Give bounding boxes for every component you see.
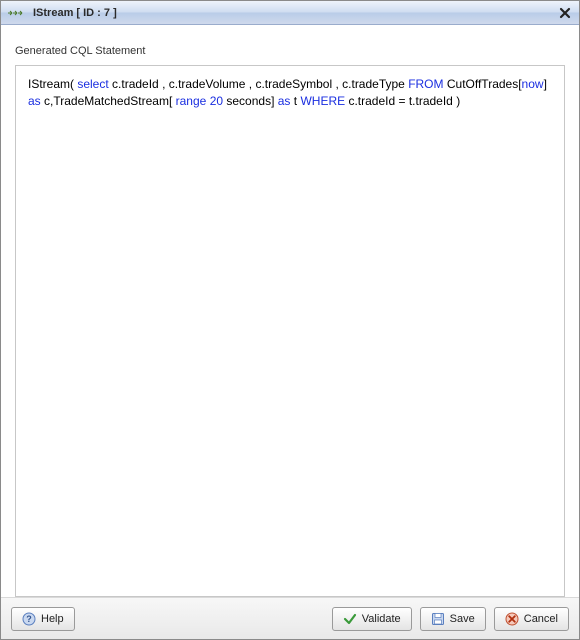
save-button[interactable]: Save bbox=[420, 607, 486, 631]
titlebar: IStream [ ID : 7 ] bbox=[1, 1, 579, 25]
cql-text: c,TradeMatchedStream[ bbox=[41, 94, 176, 108]
close-button[interactable] bbox=[557, 5, 573, 21]
section-label: Generated CQL Statement bbox=[15, 45, 565, 57]
cql-keyword: range bbox=[176, 94, 207, 108]
help-button-label: Help bbox=[41, 613, 64, 625]
cql-text: c.tradeId , c.tradeVolume , c.tradeSymbo… bbox=[109, 77, 408, 91]
cql-text: IStream( bbox=[28, 77, 77, 91]
stream-arrows-icon bbox=[7, 6, 27, 20]
cancel-button-label: Cancel bbox=[524, 613, 558, 625]
floppy-icon bbox=[431, 612, 445, 626]
svg-text:?: ? bbox=[26, 614, 32, 624]
validate-button-label: Validate bbox=[362, 613, 401, 625]
cql-keyword: 20 bbox=[210, 94, 223, 108]
save-button-label: Save bbox=[450, 613, 475, 625]
help-icon: ? bbox=[22, 612, 36, 626]
cql-statement-box[interactable]: IStream( select c.tradeId , c.tradeVolum… bbox=[15, 65, 565, 597]
cancel-button[interactable]: Cancel bbox=[494, 607, 569, 631]
dialog-content: Generated CQL Statement IStream( select … bbox=[1, 25, 579, 597]
cql-keyword: as bbox=[28, 94, 41, 108]
cancel-icon bbox=[505, 612, 519, 626]
cql-text: c.tradeId = t.tradeId ) bbox=[345, 94, 460, 108]
check-icon bbox=[343, 612, 357, 626]
cql-keyword: select bbox=[77, 77, 108, 91]
validate-button[interactable]: Validate bbox=[332, 607, 412, 631]
dialog-title: IStream [ ID : 7 ] bbox=[33, 7, 557, 19]
dialog-footer: ? Help Validate Save bbox=[1, 597, 579, 639]
cql-keyword: now bbox=[522, 77, 544, 91]
cql-text: t bbox=[290, 94, 300, 108]
cql-keyword: as bbox=[278, 94, 291, 108]
cql-text: CutOffTrades[ bbox=[444, 77, 522, 91]
cql-text: ] bbox=[544, 77, 547, 91]
cql-keyword: WHERE bbox=[300, 94, 345, 108]
cql-text: seconds] bbox=[223, 94, 278, 108]
cql-keyword: FROM bbox=[408, 77, 443, 91]
istream-dialog: IStream [ ID : 7 ] Generated CQL Stateme… bbox=[0, 0, 580, 640]
help-button[interactable]: ? Help bbox=[11, 607, 75, 631]
